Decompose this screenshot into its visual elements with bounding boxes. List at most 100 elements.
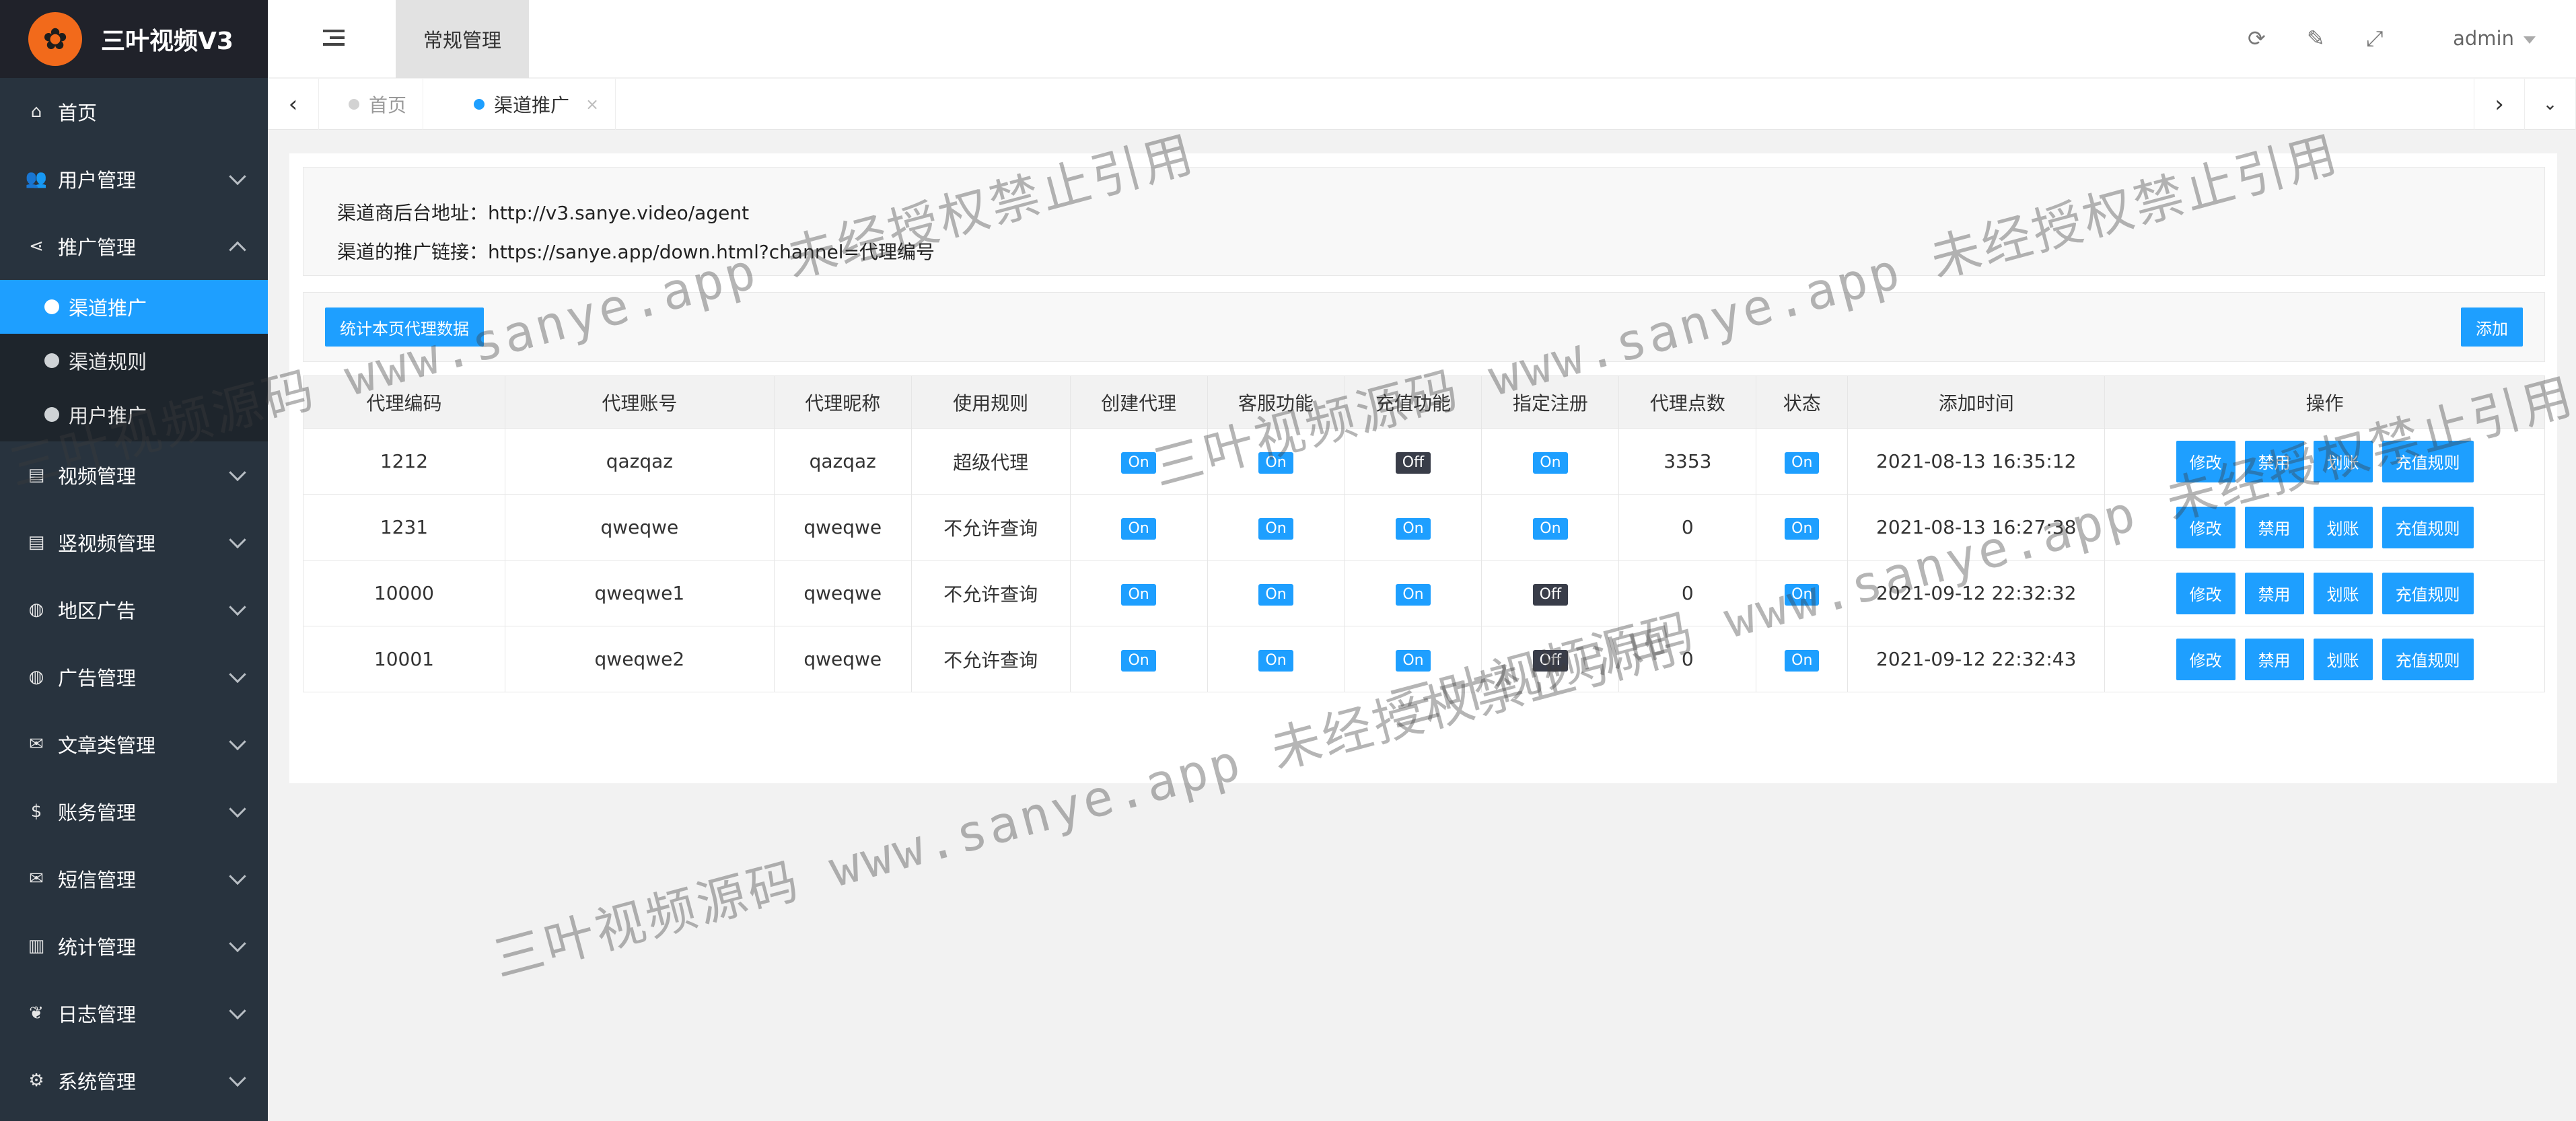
sidebar-item-vertical-video[interactable]: ▤ 竖视频管理 xyxy=(0,509,268,576)
register-switch[interactable]: Off xyxy=(1532,583,1569,606)
sidebar-item-sms[interactable]: ✉ 短信管理 xyxy=(0,845,268,912)
sidebar-item-stats[interactable]: ▥ 统计管理 xyxy=(0,912,268,980)
menu-toggle-icon[interactable] xyxy=(323,30,345,47)
tab-dot xyxy=(349,99,359,110)
cell-service: On xyxy=(1207,494,1345,560)
cell-account: qweqwe xyxy=(504,494,775,560)
recharge-rules-button[interactable]: 充值规则 xyxy=(2382,572,2474,614)
user-menu[interactable]: admin xyxy=(2453,27,2536,50)
cell-status: On xyxy=(1756,560,1849,626)
sidebar-item-label: 推广管理 xyxy=(58,236,137,259)
cell-status: On xyxy=(1756,428,1849,495)
add-button[interactable]: 添加 xyxy=(2461,308,2523,347)
service-switch[interactable]: On xyxy=(1258,517,1293,540)
cell-register: On xyxy=(1481,494,1620,560)
register-switch[interactable]: On xyxy=(1533,451,1568,474)
cell-register: Off xyxy=(1481,560,1620,626)
sidebar-item-home[interactable]: ⌂ 首页 xyxy=(0,78,268,145)
sidebar-item-ads[interactable]: ◍ 广告管理 xyxy=(0,643,268,711)
refresh-icon[interactable]: ⟳ xyxy=(2248,26,2266,51)
create-switch[interactable]: On xyxy=(1121,517,1156,540)
col-header: 添加时间 xyxy=(1847,375,2106,429)
recharge-switch[interactable]: On xyxy=(1396,649,1431,672)
sidebar-item-label: 首页 xyxy=(58,102,98,124)
transfer-button[interactable]: 划账 xyxy=(2313,440,2373,482)
recharge-rules-button[interactable]: 充值规则 xyxy=(2382,440,2474,482)
disable-button[interactable]: 禁用 xyxy=(2244,440,2304,482)
close-icon[interactable]: × xyxy=(585,95,599,114)
app-title: 三叶视频V3 xyxy=(101,28,234,55)
service-switch[interactable]: On xyxy=(1258,451,1293,474)
disable-button[interactable]: 禁用 xyxy=(2244,638,2304,680)
chevron-down-icon xyxy=(229,531,246,549)
recharge-switch[interactable]: On xyxy=(1396,517,1431,540)
table-row: 10001 qweqwe2 qweqwe 不允许查询 On On On Off 0 On 2021-… xyxy=(303,626,2545,692)
status-switch[interactable]: On xyxy=(1785,517,1820,540)
status-switch[interactable]: On xyxy=(1785,451,1820,474)
fullscreen-icon[interactable]: ⤢ xyxy=(2366,26,2384,52)
status-switch[interactable]: On xyxy=(1785,583,1820,606)
tabs-dropdown-icon[interactable]: ⌄ xyxy=(2525,79,2576,130)
sidebar-subitem-user-promo[interactable]: 用户推广 xyxy=(0,388,268,441)
sidebar-item-system[interactable]: ⚙ 系统管理 xyxy=(0,1047,268,1114)
sidebar-item-label: 渠道规则 xyxy=(69,351,147,373)
clear-icon[interactable]: ✎ xyxy=(2307,26,2325,51)
cell-create: On xyxy=(1069,560,1208,626)
edit-button[interactable]: 修改 xyxy=(2176,572,2235,614)
page-tabs-bar: ‹ 首页 渠道推广 × › ⌄ xyxy=(268,79,2576,130)
register-switch[interactable]: Off xyxy=(1532,649,1569,672)
circle-icon xyxy=(44,353,59,368)
sidebar-subitem-channel-promo[interactable]: 渠道推广 xyxy=(0,280,268,334)
recharge-rules-button[interactable]: 充值规则 xyxy=(2382,638,2474,680)
tab-general-management[interactable]: 常规管理 xyxy=(396,0,529,78)
disable-button[interactable]: 禁用 xyxy=(2244,506,2304,548)
sidebar-item-articles[interactable]: ✉ 文章类管理 xyxy=(0,711,268,778)
chevron-down-icon xyxy=(229,665,246,684)
cell-register: On xyxy=(1481,428,1620,495)
sidebar-item-users[interactable]: 👥 用户管理 xyxy=(0,145,268,213)
tabs-right-arrow-icon[interactable]: › xyxy=(2474,79,2525,130)
register-switch[interactable]: On xyxy=(1533,517,1568,540)
recharge-switch[interactable]: Off xyxy=(1395,451,1431,474)
cell-points: 0 xyxy=(1618,626,1757,692)
tab-home[interactable]: 首页 xyxy=(319,79,424,130)
edit-button[interactable]: 修改 xyxy=(2176,638,2235,680)
create-switch[interactable]: On xyxy=(1121,451,1156,474)
sidebar-item-region-ads[interactable]: ◍ 地区广告 xyxy=(0,576,268,643)
disable-button[interactable]: 禁用 xyxy=(2244,572,2304,614)
chevron-down-icon xyxy=(229,867,246,885)
transfer-button[interactable]: 划账 xyxy=(2313,506,2373,548)
transfer-button[interactable]: 划账 xyxy=(2313,572,2373,614)
sidebar-item-promotion[interactable]: ⋖ 推广管理 xyxy=(0,213,268,280)
sidebar-item-video[interactable]: ▤ 视频管理 xyxy=(0,441,268,509)
transfer-button[interactable]: 划账 xyxy=(2313,638,2373,680)
chevron-down-icon xyxy=(229,935,246,953)
col-header: 代理昵称 xyxy=(773,375,912,429)
create-switch[interactable]: On xyxy=(1121,583,1156,606)
tab-channel-promo[interactable]: 渠道推广 × xyxy=(444,79,616,130)
tabs-left-arrow-icon[interactable]: ‹ xyxy=(268,79,319,130)
sidebar-item-logs[interactable]: ❦ 日志管理 xyxy=(0,980,268,1047)
col-header: 代理账号 xyxy=(504,375,775,429)
edit-button[interactable]: 修改 xyxy=(2176,506,2235,548)
leaf-icon: ❦ xyxy=(29,1003,44,1023)
stats-page-agents-button[interactable]: 统计本页代理数据 xyxy=(325,308,484,347)
cell-code: 10000 xyxy=(303,560,505,626)
recharge-rules-button[interactable]: 充值规则 xyxy=(2382,506,2474,548)
cell-rule: 超级代理 xyxy=(910,428,1071,495)
promo-link-text: 渠道的推广链接：https://sanye.app/down.html?chan… xyxy=(337,241,935,263)
sidebar-item-label: 竖视频管理 xyxy=(58,532,156,555)
cell-service: On xyxy=(1207,428,1345,495)
service-switch[interactable]: On xyxy=(1258,649,1293,672)
sidebar-item-label: 日志管理 xyxy=(58,1003,137,1026)
service-switch[interactable]: On xyxy=(1258,583,1293,606)
sidebar-item-finance[interactable]: $ 账务管理 xyxy=(0,778,268,845)
create-switch[interactable]: On xyxy=(1121,649,1156,672)
sidebar-subitem-channel-rules[interactable]: 渠道规则 xyxy=(0,334,268,388)
col-header: 指定注册 xyxy=(1481,375,1620,429)
col-header: 客服功能 xyxy=(1207,375,1345,429)
cell-recharge: On xyxy=(1344,494,1482,560)
status-switch[interactable]: On xyxy=(1785,649,1820,672)
edit-button[interactable]: 修改 xyxy=(2176,440,2235,482)
recharge-switch[interactable]: On xyxy=(1396,583,1431,606)
